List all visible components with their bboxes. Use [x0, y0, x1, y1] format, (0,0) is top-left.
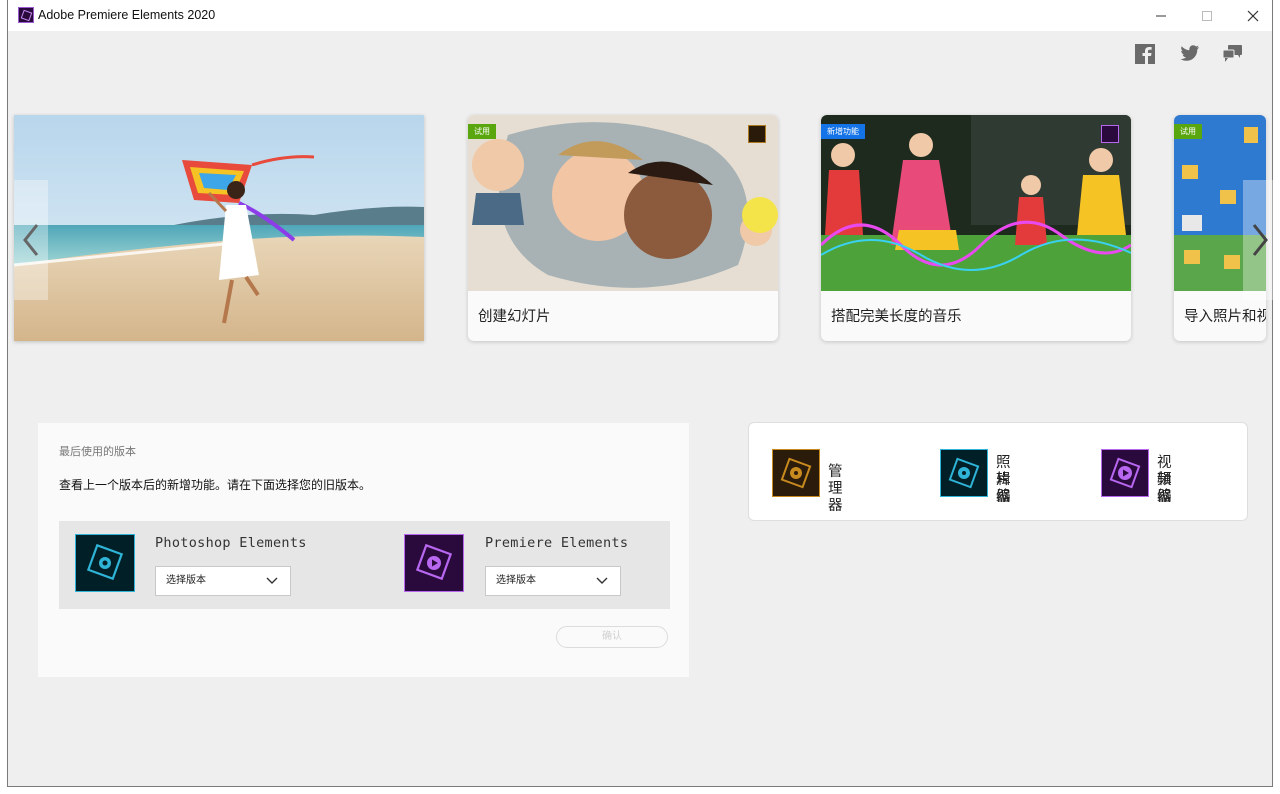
carousel-prev-button[interactable] — [14, 180, 48, 300]
confirm-button[interactable]: 确认 — [556, 626, 668, 648]
select-value: 选择版本 — [496, 575, 536, 586]
premiere-version-select[interactable]: 选择版本 — [485, 566, 621, 596]
carousel-hero-image[interactable] — [14, 115, 424, 341]
photoshop-elements-name: Photoshop Elements — [155, 535, 307, 551]
photoshop-elements-icon — [75, 534, 135, 592]
chevron-down-icon — [596, 567, 608, 605]
organizer-mini-icon — [748, 125, 766, 143]
maximize-button[interactable] — [1184, 0, 1230, 31]
launcher-label-line2: 辑器 — [996, 472, 1011, 505]
music-card-image — [821, 115, 1131, 291]
premiere-elements-icon — [404, 534, 464, 592]
trial-badge: 试用 — [1174, 124, 1202, 139]
video-editor-icon — [1101, 449, 1149, 497]
card-label: 导入照片和视 — [1184, 309, 1266, 325]
window-title: Adobe Premiere Elements 2020 — [38, 8, 216, 22]
card-label: 创建幻灯片 — [478, 309, 551, 325]
minimize-button[interactable] — [1138, 0, 1184, 31]
trial-badge: 试用 — [468, 124, 496, 139]
premiere-elements-name: Premiere Elements — [485, 535, 629, 551]
carousel-next-button[interactable] — [1243, 180, 1277, 300]
app-launcher-panel: 管理器 照片编 辑器 视频编 辑器 — [748, 422, 1248, 521]
new-feature-badge: 新增功能 — [821, 124, 865, 139]
product-version-strip: Photoshop Elements 选择版本 Premiere Element… — [59, 521, 670, 609]
launcher-label-line1: 管理器 — [828, 464, 843, 514]
facebook-icon[interactable] — [1134, 44, 1156, 64]
premiere-app-icon — [18, 7, 34, 23]
organizer-icon — [772, 449, 820, 497]
close-button[interactable] — [1230, 0, 1276, 31]
card-label: 搭配完美长度的音乐 — [831, 309, 962, 325]
feedback-icon[interactable] — [1222, 44, 1244, 64]
recent-description: 查看上一个版本后的新增功能。请在下面选择您的旧版本。 — [59, 478, 372, 492]
carousel-card-slideshow[interactable]: 试用 创建幻灯片 — [468, 115, 778, 341]
chevron-right-icon — [1252, 224, 1268, 256]
twitter-icon[interactable] — [1178, 44, 1200, 64]
premiere-mini-icon — [1101, 125, 1119, 143]
launcher-label-line2: 辑器 — [1157, 472, 1172, 505]
chevron-left-icon — [23, 224, 39, 256]
app-window: Adobe Premiere Elements 2020 试用 创建幻灯片 新增… — [7, 0, 1277, 787]
recent-version-panel: 最后使用的版本 查看上一个版本后的新增功能。请在下面选择您的旧版本。 Photo… — [38, 423, 689, 677]
chevron-down-icon — [266, 567, 278, 605]
recent-title: 最后使用的版本 — [59, 445, 136, 458]
title-bar: Adobe Premiere Elements 2020 — [8, 0, 1272, 31]
photo-editor-icon — [940, 449, 988, 497]
slideshow-card-image — [468, 115, 778, 291]
carousel-card-music[interactable]: 新增功能 搭配完美长度的音乐 — [821, 115, 1131, 341]
photoshop-version-select[interactable]: 选择版本 — [155, 566, 291, 596]
select-value: 选择版本 — [166, 575, 206, 586]
